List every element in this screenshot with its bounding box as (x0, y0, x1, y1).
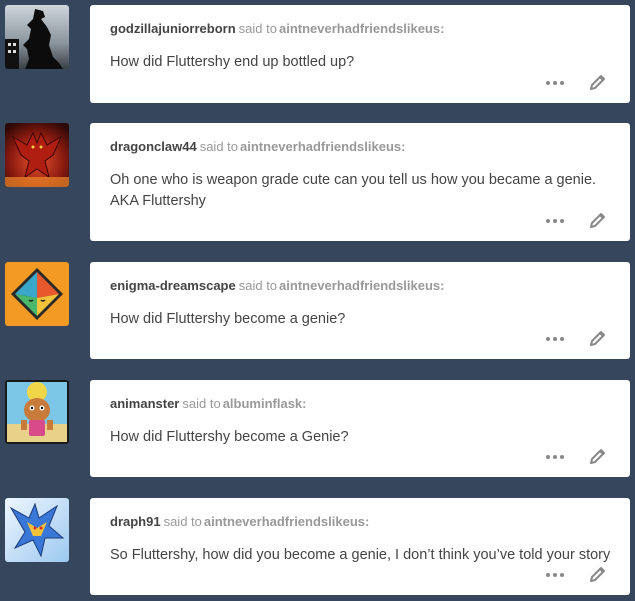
more-dots-icon (546, 81, 550, 85)
username-link[interactable]: dragonclaw44 (110, 139, 197, 154)
post-card: dragonclaw44 said to aintneverhadfriendsli… (90, 123, 630, 241)
recipient-link[interactable]: aintneverhadfriendslikeus: (279, 278, 444, 293)
recipient-link[interactable]: aintneverhadfriendslikeus: (240, 139, 405, 154)
blue-dragon-anime-avatar (5, 498, 69, 562)
more-options-button[interactable] (546, 210, 566, 230)
recipient-link[interactable]: aintneverhadfriendslikeus: (204, 514, 369, 529)
ask-message: How did Fluttershy end up bottled up? (110, 54, 355, 70)
cartoon-character-beach-avatar (5, 380, 69, 444)
more-options-button[interactable] (546, 564, 566, 584)
more-dots-icon (546, 219, 550, 223)
username-link[interactable]: draph91 (110, 514, 161, 529)
more-dots-icon (546, 573, 550, 577)
username-link[interactable]: animanster (110, 396, 179, 411)
more-options-button[interactable] (546, 446, 566, 466)
post-header: dragonclaw44 said to aintneverhadfriendsli… (110, 139, 405, 154)
said-to-text: said to (182, 396, 221, 411)
said-to-text: said to (163, 514, 202, 529)
ask-message: Oh one who is weapon grade cute can you … (110, 172, 597, 209)
edit-button[interactable] (588, 210, 608, 230)
edit-button[interactable] (588, 446, 608, 466)
post-header: animanster said to albuminflask: (110, 396, 306, 411)
pencil-icon (590, 213, 605, 228)
avatar[interactable] (5, 5, 69, 69)
pencil-icon (590, 331, 605, 346)
said-to-text: said to (199, 139, 239, 154)
ask-message: So Fluttershy, how did you become a geni… (110, 547, 611, 563)
more-dots-icon (546, 455, 550, 459)
red-dragon-avatar (5, 123, 69, 187)
edit-button[interactable] (588, 564, 608, 584)
username-link[interactable]: enigma-dreamscape (110, 278, 236, 293)
pencil-icon (590, 449, 605, 464)
pencil-icon (590, 75, 605, 90)
post-card: godzillajuniorreborn said to aintneverhadf… (90, 5, 630, 103)
post-card: draph91 said to aintneverhadfriendslikeus:… (90, 498, 630, 595)
post-header: draph91 said to aintneverhadfriendslikeus: (110, 514, 369, 529)
pencil-icon (590, 567, 605, 582)
edit-button[interactable] (588, 328, 608, 348)
more-dots-icon (546, 337, 550, 341)
said-to-text: said to (238, 278, 278, 293)
post-header: enigma-dreamscape said to aintneverhadfrie… (110, 278, 445, 293)
recipient-link[interactable]: aintneverhadfriendslikeus: (279, 21, 444, 36)
recipient-link[interactable]: albuminflask: (223, 396, 307, 411)
username-link[interactable]: godzillajuniorreborn (110, 21, 236, 36)
avatar[interactable] (5, 262, 69, 326)
said-to-text: said to (238, 21, 277, 36)
godzilla-silhouette-avatar (5, 5, 69, 69)
post-card: animanster said to albuminflask: How did F… (90, 380, 630, 477)
more-options-button[interactable] (546, 72, 566, 92)
ask-message: How did Fluttershy become a genie? (110, 311, 346, 327)
avatar[interactable] (5, 123, 69, 187)
edit-button[interactable] (588, 72, 608, 92)
avatar[interactable] (5, 380, 69, 444)
more-options-button[interactable] (546, 328, 566, 348)
post-header: godzillajuniorreborn said to aintneverhadf… (110, 21, 444, 36)
post-card: enigma-dreamscape said to aintneverhadfrie… (90, 262, 630, 359)
avatar[interactable] (5, 498, 69, 562)
ask-message: How did Fluttershy become a Genie? (110, 429, 349, 445)
octahedron-face-avatar (5, 262, 69, 326)
